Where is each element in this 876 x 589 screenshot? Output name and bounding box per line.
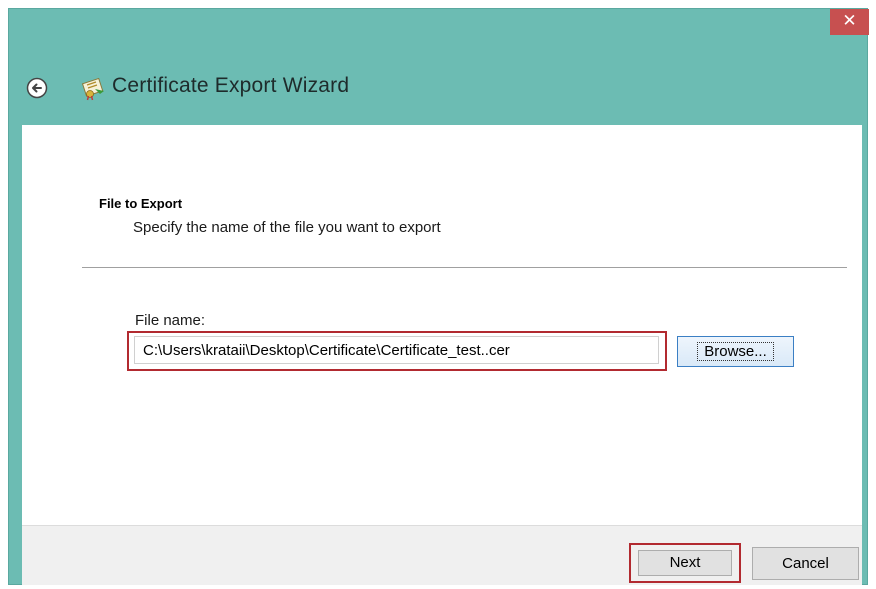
wizard-content: File to Export Specify the name of the f… [22,125,862,525]
close-button[interactable]: ✕ [830,9,869,35]
divider [82,267,847,268]
wizard-header: Certificate Export Wizard [9,69,867,109]
wizard-window: ✕ Certificate Export Wizard File to Expo… [8,8,869,585]
browse-button-label: Browse... [697,342,774,361]
file-name-label: File name: [135,312,206,329]
file-name-highlight [127,331,667,371]
close-icon: ✕ [842,11,857,31]
next-button-highlight: Next [629,543,741,583]
file-name-input[interactable] [134,336,659,364]
browse-button[interactable]: Browse... [677,336,794,367]
wizard-title: Certificate Export Wizard [112,74,350,97]
cancel-button[interactable]: Cancel [752,547,859,580]
section-description: Specify the name of the file you want to… [133,219,441,236]
next-button[interactable]: Next [638,550,732,576]
section-title: File to Export [99,196,183,211]
back-arrow-icon[interactable] [26,77,48,99]
certificate-icon [81,77,104,101]
wizard-footer: Next Cancel [22,525,862,585]
